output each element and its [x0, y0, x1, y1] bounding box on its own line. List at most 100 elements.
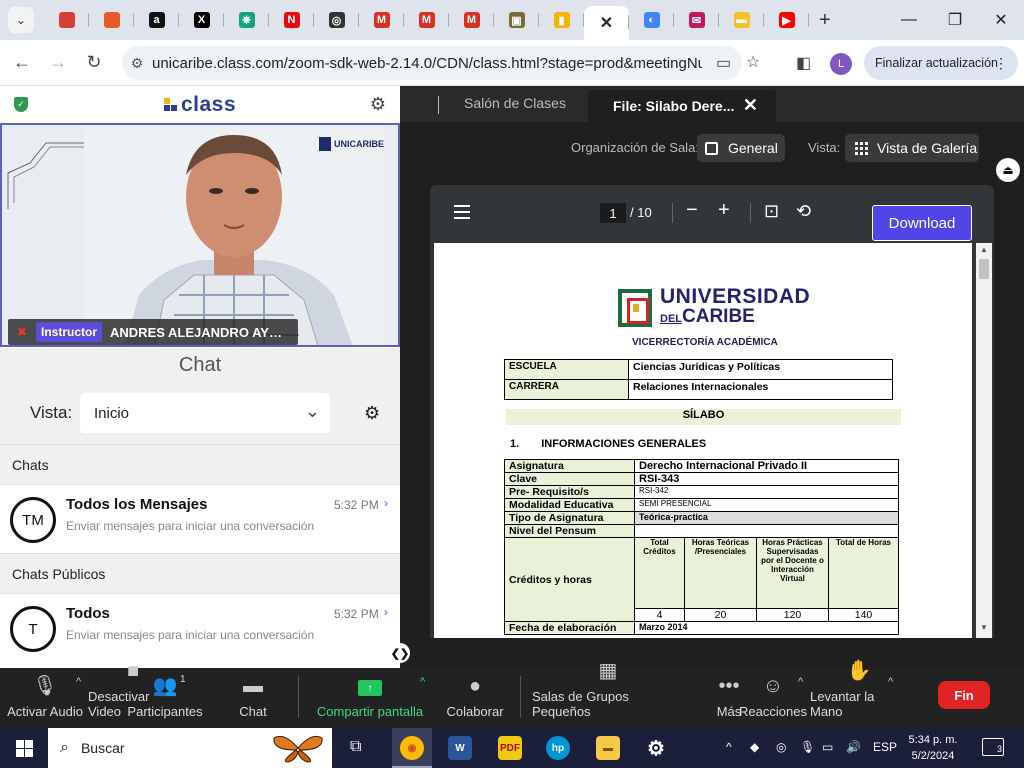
forward-button[interactable]: →: [40, 45, 76, 81]
tray-language[interactable]: ESP: [873, 740, 897, 754]
maximize-button[interactable]: ❐: [932, 0, 978, 40]
chrome-taskbar-icon[interactable]: ◉: [400, 736, 424, 760]
pdf-reader-taskbar-icon[interactable]: PDF: [498, 736, 522, 760]
chat-view-select[interactable]: Inicio ⌄: [80, 393, 330, 433]
browser-tab[interactable]: [44, 4, 89, 36]
browser-tab[interactable]: a: [134, 4, 179, 36]
scroll-up-icon[interactable]: ▲: [980, 245, 988, 254]
close-icon[interactable]: ✕: [599, 15, 615, 32]
side-panel-icon[interactable]: ◧: [796, 53, 811, 73]
browser-tab[interactable]: ◎: [314, 4, 359, 36]
taskbar-search[interactable]: ⌕ Buscar: [48, 728, 332, 768]
tab-search-dropdown[interactable]: ⌄: [8, 7, 34, 33]
minimize-button[interactable]: —: [886, 0, 932, 40]
tab-shared-file[interactable]: File: Silabo Dere... ✕: [588, 90, 776, 122]
chat-button[interactable]: ▬ Chat: [226, 668, 280, 728]
browser-tab[interactable]: M: [359, 4, 404, 36]
eject-icon[interactable]: ⏏: [996, 158, 1020, 182]
chat-settings-gear-icon[interactable]: ⚙: [364, 403, 380, 424]
share-options-caret-icon[interactable]: ^: [420, 676, 425, 688]
page-number-input[interactable]: 1: [600, 203, 626, 223]
tray-camera-icon[interactable]: ◎: [776, 740, 786, 754]
window-controls: — ❐ ✕: [886, 0, 1024, 40]
tray-volume-icon[interactable]: 🔊: [846, 740, 861, 754]
settings-gear-icon[interactable]: ⚙: [370, 94, 386, 115]
butterfly-icon: [273, 735, 323, 763]
clock-date: 5/2/2024: [911, 750, 955, 762]
tray-security-icon[interactable]: ◆: [750, 740, 759, 754]
fit-page-icon[interactable]: ⊡: [764, 201, 779, 222]
close-window-button[interactable]: ✕: [978, 0, 1024, 40]
browser-tab[interactable]: ▮: [539, 4, 584, 36]
back-button[interactable]: ←: [4, 45, 40, 81]
conversation-preview: Enviar mensajes para iniciar una convers…: [66, 628, 315, 642]
conversation-item-todos[interactable]: T Todos Enviar mensajes para iniciar una…: [0, 593, 400, 661]
kebab-menu-icon[interactable]: ⋮: [994, 55, 1008, 72]
url-text[interactable]: unicaribe.class.com/zoom-sdk-web-2.14.0/…: [152, 55, 702, 72]
camera-in-use-icon[interactable]: ▭: [716, 53, 731, 73]
conversation-item-todos-los-mensajes[interactable]: TM Todos los Mensajes Enviar mensajes pa…: [0, 484, 400, 552]
close-icon[interactable]: ✕: [743, 95, 758, 116]
more-dots-icon: •••: [718, 675, 740, 697]
organization-general-button[interactable]: General: [697, 134, 785, 162]
browser-tab[interactable]: ▬: [719, 4, 764, 36]
browser-tab[interactable]: ▣: [494, 4, 539, 36]
reactions-button[interactable]: ☺ Reacciones ^: [739, 668, 807, 728]
reload-button[interactable]: ↻: [76, 45, 112, 81]
browser-tab[interactable]: ✕: [584, 6, 629, 40]
browser-tab[interactable]: ▶: [764, 4, 809, 36]
notifications-button[interactable]: 3: [982, 738, 1004, 756]
word-taskbar-icon[interactable]: W: [448, 736, 472, 760]
bookmark-star-icon[interactable]: ☆: [746, 52, 760, 72]
hp-taskbar-icon[interactable]: hp: [546, 736, 570, 760]
clave-key: Clave: [504, 472, 635, 486]
taskbar-clock[interactable]: 5:34 p. m. 5/2/2024: [898, 732, 968, 764]
browser-tab[interactable]: ⎈: [224, 4, 269, 36]
panel-collapse-icon[interactable]: ❮❯: [390, 643, 410, 663]
zoom-in-icon[interactable]: +: [718, 199, 730, 222]
gallery-view-button[interactable]: Vista de Galería: [845, 134, 979, 162]
browser-tab[interactable]: M: [404, 4, 449, 36]
breakout-rooms-button[interactable]: ▦ Salas de Grupos Pequeños: [532, 660, 684, 728]
scroll-thumb[interactable]: [979, 259, 989, 279]
pdf-scrollbar[interactable]: ▲ ▼: [976, 243, 992, 638]
tray-network-icon[interactable]: ▭: [822, 740, 833, 754]
browser-tab[interactable]: X: [179, 4, 224, 36]
tray-microphone-icon[interactable]: 🎙: [800, 740, 815, 754]
windows-start-icon[interactable]: [16, 740, 33, 757]
participants-button[interactable]: 👥 Participantes: [126, 668, 204, 728]
instructor-video[interactable]: UNICARIBE ✖ Instructor ANDRES ALEJANDRO …: [0, 123, 400, 347]
zoom-out-icon[interactable]: −: [686, 199, 698, 222]
download-button[interactable]: Download: [872, 205, 972, 241]
audio-button[interactable]: 🎙 Activar Audio ^: [6, 668, 84, 728]
browser-tab[interactable]: ✉: [674, 4, 719, 36]
browser-tab[interactable]: [89, 4, 134, 36]
update-button[interactable]: Finalizar actualización ⋮: [864, 46, 1018, 80]
address-bar-row: ← → ↻ ⚙ unicaribe.class.com/zoom-sdk-web…: [0, 40, 1024, 86]
end-meeting-button[interactable]: Fin: [938, 681, 990, 709]
more-button[interactable]: ••• Más: [714, 668, 744, 728]
task-view-icon[interactable]: ⧉: [350, 738, 361, 756]
settings-taskbar-icon[interactable]: ⚙: [644, 736, 668, 760]
file-explorer-taskbar-icon[interactable]: ▬: [596, 736, 620, 760]
raise-hand-caret-icon[interactable]: ^: [888, 676, 893, 688]
omnibox[interactable]: ⚙ unicaribe.class.com/zoom-sdk-web-2.14.…: [122, 46, 742, 80]
browser-tab[interactable]: N: [269, 4, 314, 36]
tray-expand-icon[interactable]: ^: [726, 740, 732, 754]
audio-options-caret-icon[interactable]: ^: [76, 676, 81, 688]
rotate-icon[interactable]: ⟲: [796, 201, 811, 222]
tab-classroom[interactable]: Salón de Clases: [464, 95, 566, 111]
share-screen-button[interactable]: ↑ Compartir pantalla ^: [314, 668, 426, 728]
new-tab-button[interactable]: +: [819, 9, 831, 32]
site-info-icon[interactable]: ⚙: [122, 55, 152, 72]
reactions-caret-icon[interactable]: ^: [798, 676, 803, 688]
collaborate-button[interactable]: ● Colaborar: [444, 668, 506, 728]
mail-icon: ✉: [688, 12, 705, 28]
nivel-value: [634, 524, 899, 538]
profile-avatar[interactable]: L: [830, 53, 852, 75]
browser-tab[interactable]: M: [449, 4, 494, 36]
raise-hand-button[interactable]: ✋ Levantar la Mano ^: [810, 660, 908, 728]
scroll-down-icon[interactable]: ▼: [980, 623, 988, 632]
menu-icon[interactable]: [454, 205, 470, 223]
browser-tab[interactable]: ◐: [629, 4, 674, 36]
